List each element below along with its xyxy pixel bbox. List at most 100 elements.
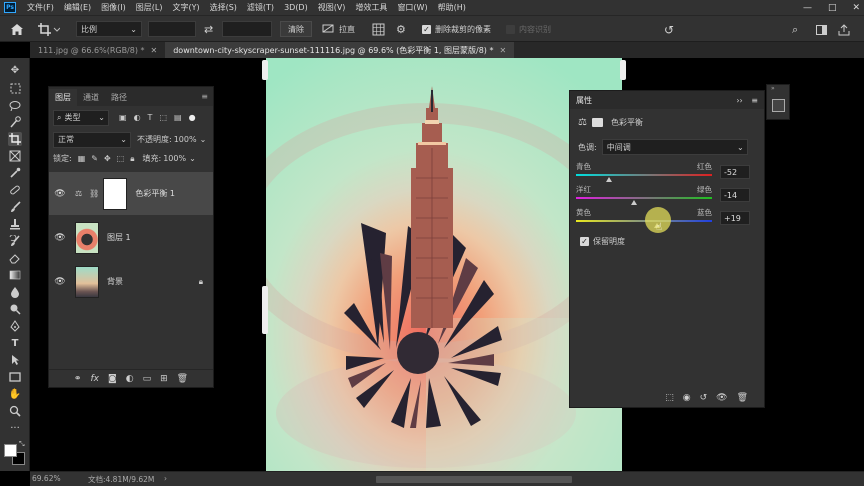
layer-filter-select[interactable]: ⌕ 类型 ⌄ bbox=[53, 109, 109, 126]
foreground-color-swatch[interactable] bbox=[4, 444, 17, 457]
tab-channels[interactable]: 通道 bbox=[77, 89, 105, 106]
mask-link-icon[interactable]: ⛓ bbox=[89, 189, 99, 198]
crop-handle-top-left[interactable] bbox=[262, 60, 268, 80]
slider-handle[interactable] bbox=[605, 177, 612, 182]
lock-pixels-icon[interactable]: ✎ bbox=[91, 154, 98, 163]
rectangle-tool-icon[interactable] bbox=[8, 370, 22, 384]
filter-shape-icon[interactable]: ⬚ bbox=[159, 113, 167, 122]
menu-select[interactable]: 选择(S) bbox=[205, 2, 242, 13]
search-icon[interactable]: ⌕ bbox=[792, 16, 798, 43]
dodge-tool-icon[interactable] bbox=[8, 302, 22, 316]
clone-stamp-tool-icon[interactable] bbox=[8, 217, 22, 231]
layer-thumbnail[interactable] bbox=[75, 265, 99, 298]
fill-value[interactable]: 100% bbox=[163, 154, 186, 163]
menu-image[interactable]: 图像(I) bbox=[96, 2, 131, 13]
layer-name[interactable]: 图层 1 bbox=[107, 232, 131, 243]
menu-type[interactable]: 文字(Y) bbox=[167, 2, 204, 13]
history-brush-tool-icon[interactable] bbox=[8, 234, 22, 248]
crop-handle-left[interactable] bbox=[262, 286, 268, 334]
lock-artboard-icon[interactable]: ⬚ bbox=[117, 154, 125, 163]
slider-value-input[interactable]: -52 bbox=[720, 165, 750, 179]
menu-window[interactable]: 窗口(W) bbox=[392, 2, 432, 13]
gradient-tool-icon[interactable] bbox=[8, 268, 22, 282]
filter-toggle-icon[interactable]: ● bbox=[189, 113, 196, 122]
layer-style-icon[interactable]: fx bbox=[90, 374, 99, 384]
visibility-eye-icon[interactable]: 👁︎ bbox=[716, 393, 727, 403]
quick-select-tool-icon[interactable] bbox=[8, 115, 22, 129]
blend-mode-select[interactable]: 正常 ⌄ bbox=[53, 131, 131, 148]
photoshop-logo[interactable]: Ps bbox=[4, 2, 16, 13]
swap-colors-icon[interactable]: ⤡ bbox=[19, 440, 25, 449]
new-group-icon[interactable]: ▭ bbox=[143, 374, 152, 384]
crop-tool-icon[interactable] bbox=[8, 132, 22, 146]
opacity-value[interactable]: 100% bbox=[174, 135, 197, 144]
type-tool-icon[interactable]: T bbox=[8, 336, 22, 350]
chevron-down-icon[interactable]: ⌄ bbox=[200, 135, 207, 144]
workspace-icon[interactable] bbox=[816, 16, 827, 43]
slider-track[interactable] bbox=[576, 174, 712, 182]
ratio-select[interactable]: 比例 ⌄ bbox=[76, 21, 142, 37]
mask-icon[interactable] bbox=[591, 118, 603, 127]
panel-menu-icon[interactable]: ≡ bbox=[201, 92, 208, 101]
lock-all-icon[interactable]: 🔒︎ bbox=[130, 154, 134, 164]
slider-value-input[interactable]: +19 bbox=[720, 211, 750, 225]
pen-tool-icon[interactable] bbox=[8, 319, 22, 333]
move-tool-icon[interactable]: ✥ bbox=[8, 63, 22, 77]
swap-dimensions-icon[interactable]: ⇄ bbox=[204, 16, 213, 43]
visibility-eye-icon[interactable]: 👁︎ bbox=[53, 277, 67, 287]
chevron-down-icon[interactable]: ⌄ bbox=[189, 154, 196, 163]
crop-handle-top-right[interactable] bbox=[620, 60, 626, 80]
menu-3d[interactable]: 3D(D) bbox=[279, 3, 313, 12]
new-adjustment-layer-icon[interactable]: ◐ bbox=[126, 374, 134, 384]
more-tools-icon[interactable]: ··· bbox=[8, 421, 22, 435]
new-layer-icon[interactable]: ⊞ bbox=[160, 374, 168, 384]
layer-thumbnail[interactable] bbox=[75, 221, 99, 254]
tab-layers[interactable]: 图层 bbox=[49, 89, 77, 106]
document-size[interactable]: 文档:4.81M/9.62M bbox=[88, 474, 154, 485]
menu-view[interactable]: 视图(V) bbox=[313, 2, 351, 13]
hand-tool-icon[interactable]: ✋ bbox=[8, 387, 22, 401]
layer-row-layer-1[interactable]: 👁︎ 图层 1 bbox=[49, 216, 213, 259]
horizontal-scrollbar[interactable] bbox=[376, 476, 572, 483]
panel-menu-icon[interactable]: ≡ bbox=[751, 96, 758, 105]
layer-row-background[interactable]: 👁︎ 背景 🔒︎ bbox=[49, 260, 213, 303]
healing-brush-tool-icon[interactable] bbox=[8, 183, 22, 197]
minimize-button[interactable]: — bbox=[803, 3, 812, 13]
visibility-eye-icon[interactable]: 👁︎ bbox=[53, 233, 67, 243]
menu-file[interactable]: 文件(F) bbox=[22, 2, 59, 13]
lasso-tool-icon[interactable] bbox=[8, 98, 22, 112]
visibility-eye-icon[interactable]: 👁︎ bbox=[53, 189, 67, 199]
content-aware-checkbox[interactable]: 内容识别 bbox=[506, 16, 551, 43]
reset-icon[interactable]: ↺ bbox=[664, 16, 674, 43]
home-icon[interactable] bbox=[10, 16, 24, 43]
maximize-button[interactable]: □ bbox=[828, 3, 837, 13]
crop-tool-preset-icon[interactable] bbox=[38, 16, 60, 43]
slider-value-input[interactable]: -14 bbox=[720, 188, 750, 202]
trash-icon[interactable]: 🗑︎ bbox=[177, 374, 188, 384]
brush-tool-icon[interactable] bbox=[8, 200, 22, 214]
blur-tool-icon[interactable] bbox=[8, 285, 22, 299]
eraser-tool-icon[interactable] bbox=[8, 251, 22, 265]
view-previous-state-icon[interactable]: ◉ bbox=[683, 393, 691, 403]
trash-icon[interactable]: 🗑︎ bbox=[737, 393, 748, 403]
chevron-right-icon[interactable]: › bbox=[164, 474, 167, 483]
menu-layer[interactable]: 图层(L) bbox=[131, 2, 168, 13]
frame-tool-icon[interactable] bbox=[8, 149, 22, 163]
close-icon[interactable]: ✕ bbox=[151, 46, 158, 55]
layer-mask-thumbnail[interactable] bbox=[103, 177, 128, 210]
lock-transparent-icon[interactable]: ▦ bbox=[78, 154, 86, 163]
menu-edit[interactable]: 编辑(E) bbox=[59, 2, 96, 13]
add-mask-icon[interactable]: ◙ bbox=[108, 374, 117, 384]
menu-help[interactable]: 帮助(H) bbox=[433, 2, 471, 13]
straighten-button[interactable]: 拉直 bbox=[322, 16, 355, 43]
collapse-icon[interactable]: ›› bbox=[736, 96, 742, 105]
close-icon[interactable]: ✕ bbox=[499, 46, 506, 55]
link-layers-icon[interactable]: ⚭ bbox=[74, 374, 82, 384]
menu-plugins[interactable]: 增效工具 bbox=[350, 2, 392, 13]
reset-icon[interactable]: ↺ bbox=[700, 393, 708, 403]
close-window-button[interactable]: ✕ bbox=[852, 3, 860, 13]
filter-type-icon[interactable]: T bbox=[148, 113, 153, 122]
tab-downtown-city[interactable]: downtown-city-skyscraper-sunset-111116.j… bbox=[165, 42, 515, 58]
clip-to-layer-icon[interactable]: ⬚ bbox=[665, 393, 674, 403]
delete-cropped-checkbox[interactable]: ✓ 删除裁剪的像素 bbox=[422, 16, 491, 43]
